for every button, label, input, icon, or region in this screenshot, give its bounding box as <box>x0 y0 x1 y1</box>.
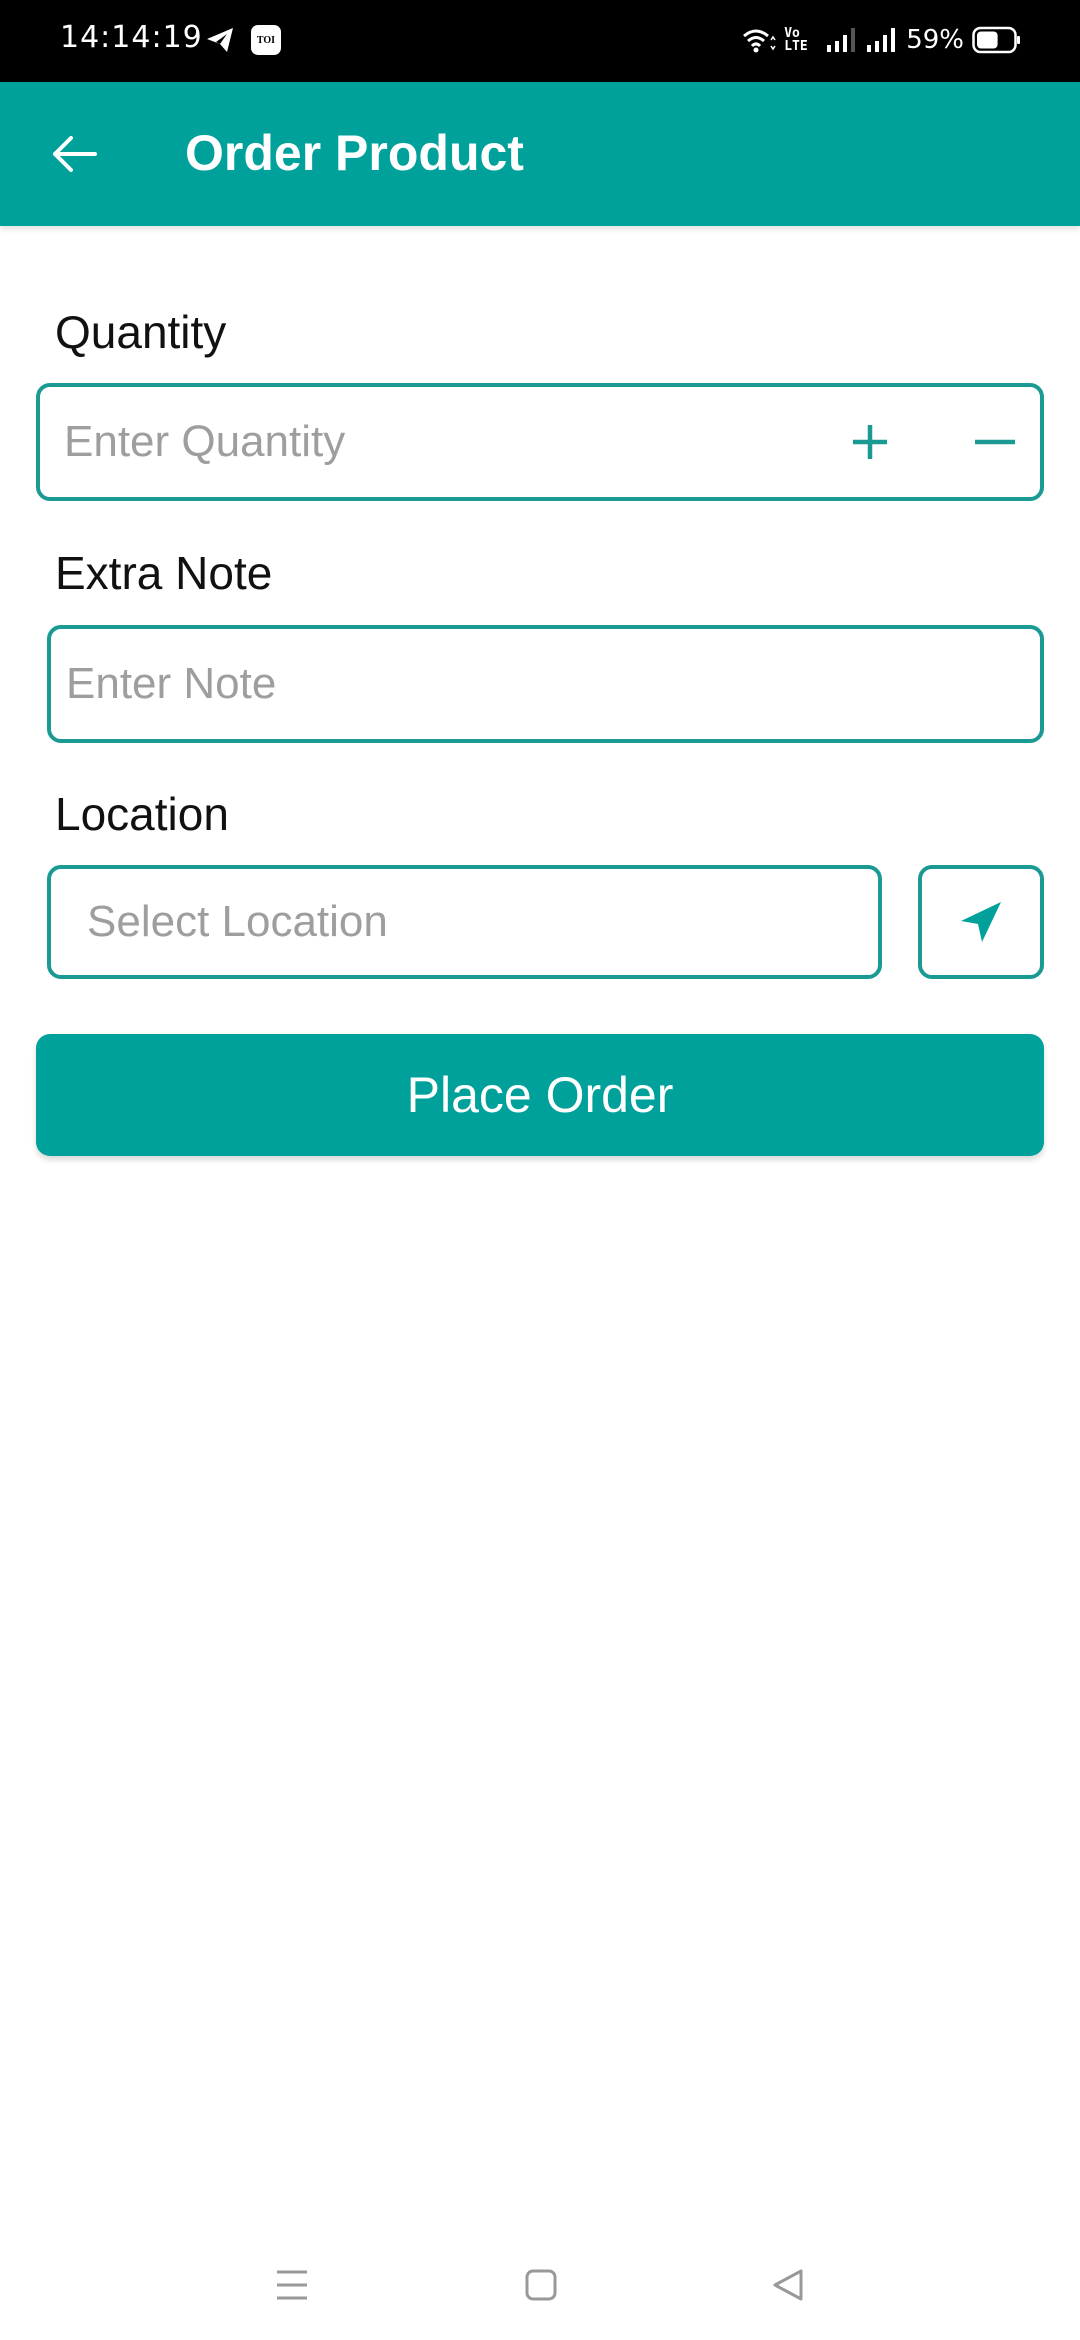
signal-icon-sim1 <box>827 28 856 52</box>
location-input[interactable] <box>87 869 867 975</box>
app-bar: Order Product <box>0 82 1080 226</box>
decrement-button[interactable] <box>950 387 1040 497</box>
signal-icon-sim2 <box>867 28 896 52</box>
note-field <box>47 625 1044 743</box>
wifi-icon <box>743 29 776 53</box>
quantity-input[interactable] <box>64 387 814 497</box>
home-button[interactable] <box>511 2260 571 2310</box>
battery-percent: 59% <box>906 25 964 55</box>
status-indicators: Vo LTE 59% <box>742 22 1022 58</box>
volte-icon: Vo LTE <box>784 26 808 54</box>
minus-icon <box>975 439 1015 445</box>
system-nav-bar <box>0 2230 1080 2340</box>
increment-button[interactable] <box>825 387 915 497</box>
menu-icon <box>277 2270 307 2300</box>
location-field <box>47 865 882 979</box>
quantity-label: Quantity <box>55 306 227 358</box>
back-button[interactable] <box>40 120 108 188</box>
arrow-left-icon <box>53 136 97 172</box>
toi-icon: TOI <box>251 25 281 55</box>
note-input[interactable] <box>66 629 1026 739</box>
telegram-icon <box>207 28 233 52</box>
current-location-button[interactable] <box>918 865 1044 979</box>
place-order-button[interactable]: Place Order <box>36 1034 1044 1156</box>
plus-icon <box>853 425 887 459</box>
status-time: 14:14:19 <box>60 20 203 55</box>
page-title: Order Product <box>185 125 524 181</box>
status-bar: 14:14:19 TOI Vo LTE 59% <box>0 0 1080 82</box>
location-label: Location <box>55 788 229 840</box>
recent-apps-button[interactable] <box>262 2260 322 2310</box>
quantity-stepper <box>36 383 1044 501</box>
battery-icon <box>972 26 1020 54</box>
home-icon <box>525 2269 557 2301</box>
system-back-button[interactable] <box>758 2260 818 2310</box>
back-icon <box>773 2269 803 2301</box>
navigation-arrow-icon <box>961 902 1001 942</box>
extra-note-label: Extra Note <box>55 547 273 599</box>
